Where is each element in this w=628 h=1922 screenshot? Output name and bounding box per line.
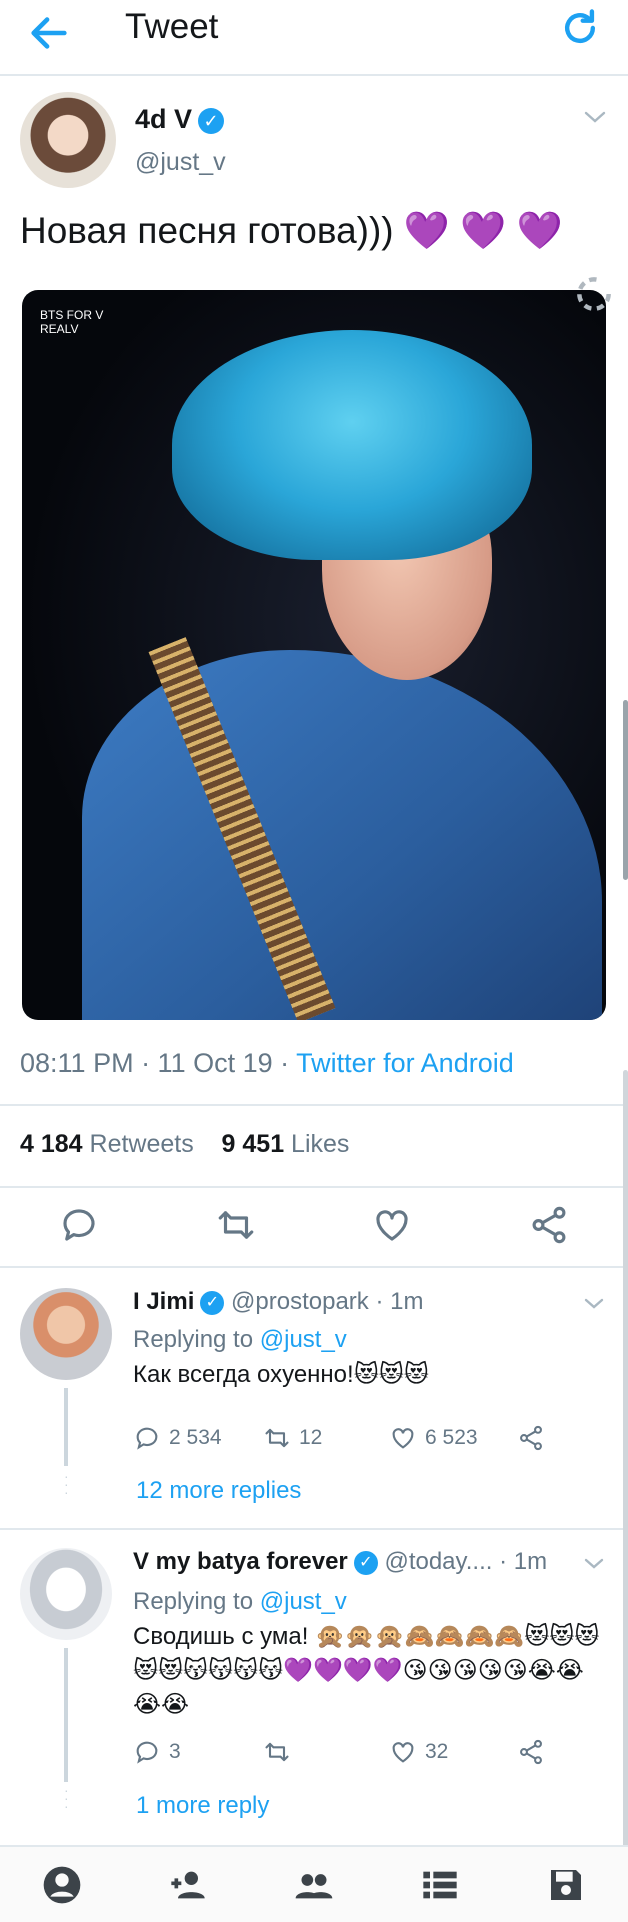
tweet-image[interactable]: BTS FOR V REALV <box>22 290 606 1020</box>
like-count: 32 <box>425 1740 449 1763</box>
like-count: 6 523 <box>425 1426 478 1449</box>
divider <box>0 1104 628 1106</box>
tweet-source-link[interactable]: Twitter for Android <box>296 1048 514 1078</box>
likes-count: 9 451 <box>221 1130 285 1158</box>
reply-text: Сводишь с ума! 🙊🙊🙊🙈🙈🙈🙈😻😻😻😻😻😽😽😽😽💜💜💜💜😘😘😘😘😘… <box>133 1623 600 1718</box>
refresh-icon[interactable] <box>558 6 602 50</box>
replying-to: Replying to @just_v <box>133 1588 347 1616</box>
author-name[interactable]: 4d V ✓ <box>135 104 225 135</box>
like-icon <box>392 1742 414 1763</box>
bottom-nav <box>0 1845 628 1922</box>
verified-badge-icon: ✓ <box>198 107 225 134</box>
thread-line <box>64 1648 68 1782</box>
reply-avatar[interactable] <box>20 1548 112 1640</box>
replying-to-link[interactable]: @just_v <box>260 1326 347 1353</box>
replying-to-link[interactable]: @just_v <box>260 1588 347 1615</box>
likes-label: Likes <box>291 1130 350 1158</box>
chevron-down-icon[interactable] <box>582 108 608 126</box>
retweet-icon <box>265 1742 289 1762</box>
tweet-timestamp: 08:11 PM · 11 Oct 19 · Twitter for Andro… <box>20 1048 514 1079</box>
replying-prefix: Replying to <box>133 1326 260 1353</box>
page-title: Tweet <box>125 7 219 46</box>
replying-prefix: Replying to <box>133 1588 260 1615</box>
chevron-down-icon[interactable] <box>582 1296 606 1312</box>
verified-badge-icon: ✓ <box>200 1290 225 1315</box>
reply-retweet-action[interactable]: 12 <box>263 1424 322 1452</box>
like-icon[interactable] <box>371 1204 413 1246</box>
reply-author[interactable]: I Jimi ✓ @prostopark · 1m <box>133 1288 423 1316</box>
photo-hair <box>172 330 532 560</box>
reply-text: Как всегда охуенно!😻😻😻 <box>133 1361 429 1388</box>
photo-jacket <box>82 650 602 1020</box>
thread-dots: · · · <box>64 1468 69 1500</box>
author-handle[interactable]: @just_v <box>135 148 226 177</box>
reply-like-action[interactable]: 32 <box>389 1738 448 1766</box>
tweet-text-body: Новая песня готова))) <box>20 210 394 251</box>
reply-actions: 2 534 12 6 523 <box>133 1424 563 1458</box>
back-arrow-icon[interactable] <box>26 10 72 56</box>
share-icon[interactable] <box>528 1204 570 1246</box>
people-icon[interactable] <box>294 1865 334 1905</box>
retweets-stat[interactable]: 4 184 Retweets <box>20 1130 194 1158</box>
replying-to: Replying to @just_v <box>133 1326 347 1354</box>
reply-icon[interactable] <box>58 1204 100 1246</box>
share-icon <box>520 1739 542 1765</box>
retweet-count: 12 <box>299 1426 323 1449</box>
more-replies-link[interactable]: 12 more replies <box>136 1477 301 1505</box>
more-replies-link[interactable]: 1 more reply <box>136 1792 269 1820</box>
reply-like-action[interactable]: 6 523 <box>389 1424 478 1452</box>
timestamp-text: 08:11 PM · 11 Oct 19 · <box>20 1048 297 1078</box>
reply-share-action[interactable] <box>517 1424 545 1452</box>
share-icon <box>520 1425 542 1451</box>
reply-retweet-action[interactable] <box>263 1738 299 1766</box>
likes-stat[interactable]: 9 451 Likes <box>222 1130 350 1158</box>
scrollbar-track <box>623 1070 628 1850</box>
thread-dots: · · · <box>64 1782 69 1814</box>
verified-badge-icon: ✓ <box>353 1550 378 1575</box>
retweets-label: Retweets <box>89 1130 194 1158</box>
tweet-stats: 4 184 Retweets 9 451 Likes <box>20 1130 349 1159</box>
author-display-name: 4d V <box>135 104 193 134</box>
reply-count: 2 534 <box>169 1426 222 1449</box>
purple-heart-emoji: 💜 💜 💜 <box>403 210 563 251</box>
retweet-icon[interactable] <box>215 1204 257 1246</box>
retweets-count: 4 184 <box>20 1130 83 1158</box>
reply-display-name: I Jimi <box>133 1288 195 1315</box>
list-icon[interactable] <box>420 1865 460 1905</box>
divider <box>0 1266 628 1268</box>
divider <box>0 1186 628 1188</box>
chevron-down-icon[interactable] <box>582 1556 606 1572</box>
reply-icon <box>136 1427 158 1450</box>
author-avatar[interactable] <box>20 92 116 188</box>
scrollbar[interactable] <box>623 700 628 880</box>
reply-icon <box>136 1741 158 1764</box>
reply-share-action[interactable] <box>517 1738 545 1766</box>
retweet-icon <box>265 1428 289 1448</box>
reply-author[interactable]: V my batya forever ✓ @today.... · 1m <box>133 1548 547 1576</box>
reply-actions: 3 32 <box>133 1738 563 1772</box>
divider <box>0 1528 628 1530</box>
thread-line <box>64 1388 68 1466</box>
reply-display-name: V my batya forever <box>133 1548 348 1575</box>
reply-handle: @today.... · 1m <box>384 1548 548 1575</box>
tweet-text: Новая песня готова))) 💜 💜 💜 <box>20 210 563 253</box>
follow-icon[interactable] <box>168 1865 208 1905</box>
like-icon <box>392 1428 414 1449</box>
image-watermark: BTS FOR V REALV <box>40 308 104 336</box>
profile-icon[interactable] <box>42 1865 82 1905</box>
reply-avatar[interactable] <box>20 1288 112 1380</box>
reply-count: 3 <box>169 1740 181 1763</box>
reply-reply-action[interactable]: 3 <box>133 1738 181 1766</box>
reply-handle: @prostopark · 1m <box>231 1288 424 1315</box>
top-bar: Tweet <box>0 0 628 76</box>
reply-reply-action[interactable]: 2 534 <box>133 1424 222 1452</box>
loading-spinner-icon <box>577 277 611 311</box>
save-icon[interactable] <box>546 1865 586 1905</box>
